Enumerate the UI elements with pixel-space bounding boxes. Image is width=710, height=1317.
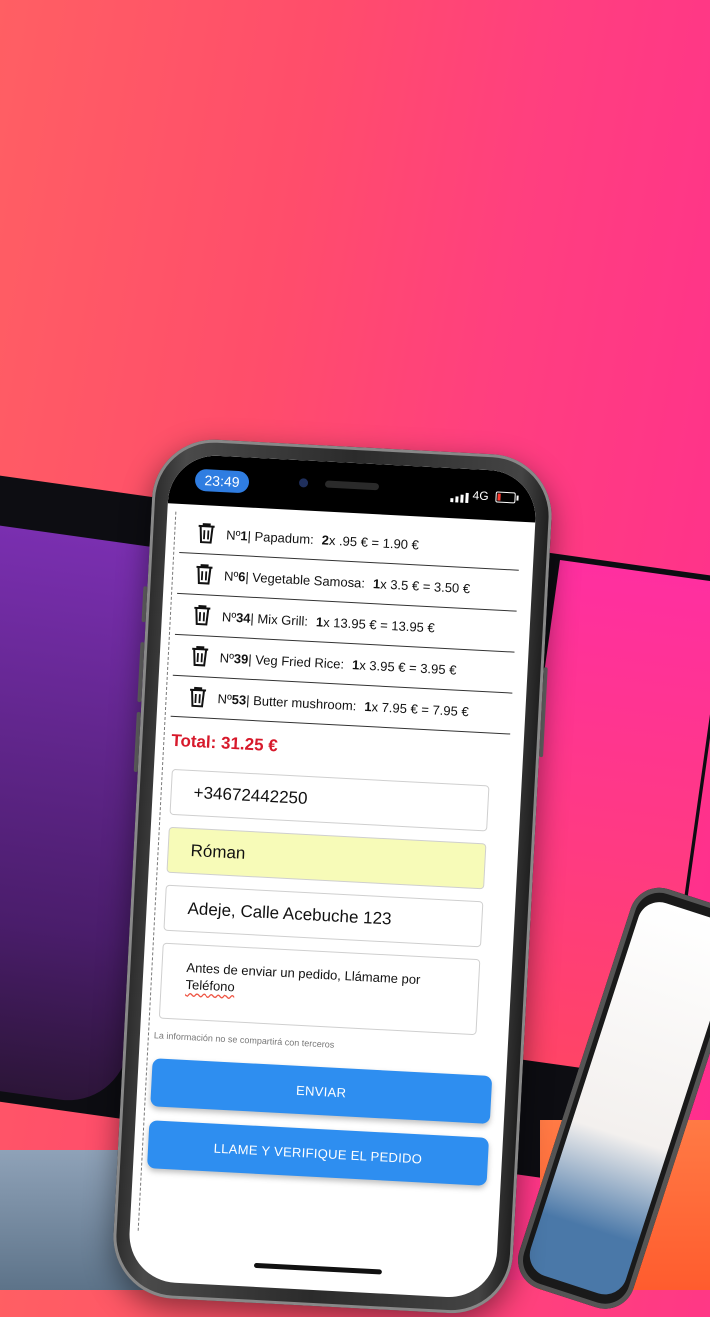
item-name: | Butter mushroom: (245, 692, 357, 713)
home-indicator (253, 1262, 382, 1275)
send-button[interactable]: ENVIAR (150, 1058, 493, 1124)
item-price: x 13.95 € = 13.95 € (322, 614, 436, 635)
trash-icon[interactable] (189, 645, 210, 668)
address-field[interactable]: Adeje, Calle Acebuche 123 (163, 884, 484, 948)
phone-mockup: 23:49 4G Nº 1 | Papadum: 2 x .95 € = 1.90 … (110, 436, 555, 1317)
privacy-note: La información no se compartirá con terc… (153, 1030, 335, 1050)
order-total: Total: 31.25 € (170, 730, 279, 756)
item-num-prefix: Nº (223, 567, 239, 584)
item-name: | Papadum: (247, 528, 315, 547)
item-price: x 3.5 € = 3.50 € (379, 576, 471, 596)
phone-field[interactable]: +34672442250 (169, 768, 490, 832)
trash-icon[interactable] (194, 563, 215, 586)
item-num-prefix: Nº (217, 690, 233, 707)
status-time: 23:49 (194, 468, 250, 494)
trash-icon[interactable] (196, 522, 217, 545)
battery-low-icon (495, 491, 516, 504)
item-name: | Mix Grill: (250, 610, 309, 629)
speaker-icon (324, 480, 380, 491)
item-name: | Vegetable Samosa: (245, 568, 366, 591)
item-num-prefix: Nº (221, 608, 237, 625)
network-label: 4G (472, 488, 489, 504)
trash-icon[interactable] (191, 604, 212, 627)
order-list: Nº 1 | Papadum: 2 x .95 € = 1.90 € Nº 6 | Ve… (170, 512, 521, 735)
item-num-prefix: Nº (225, 526, 241, 543)
notes-field[interactable]: Antes de enviar un pedido, Llámame por T… (158, 942, 481, 1036)
item-price: x .95 € = 1.90 € (328, 532, 420, 552)
item-num-prefix: Nº (219, 649, 235, 666)
status-bar: 23:49 4G (167, 453, 538, 523)
name-field[interactable]: Róman (166, 826, 487, 890)
item-name: | Veg Fried Rice: (247, 651, 345, 672)
item-number: 53 (231, 691, 247, 708)
phone-frame: 23:49 4G Nº 1 | Papadum: 2 x .95 € = 1.90 … (110, 436, 555, 1317)
call-verify-button[interactable]: LLAME Y VERIFIQUE EL PEDIDO (146, 1120, 490, 1186)
phone-screen: 23:49 4G Nº 1 | Papadum: 2 x .95 € = 1.90 … (127, 453, 538, 1300)
item-number: 39 (233, 650, 249, 667)
camera-icon (298, 478, 309, 488)
signal-bars-icon (450, 490, 469, 504)
item-number: 34 (235, 609, 251, 626)
item-price: x 7.95 € = 7.95 € (371, 698, 470, 719)
item-price: x 3.95 € = 3.95 € (358, 657, 457, 678)
trash-icon[interactable] (187, 686, 208, 709)
order-form: Nº 1 | Papadum: 2 x .95 € = 1.90 € Nº 6 | Ve… (146, 512, 521, 1200)
